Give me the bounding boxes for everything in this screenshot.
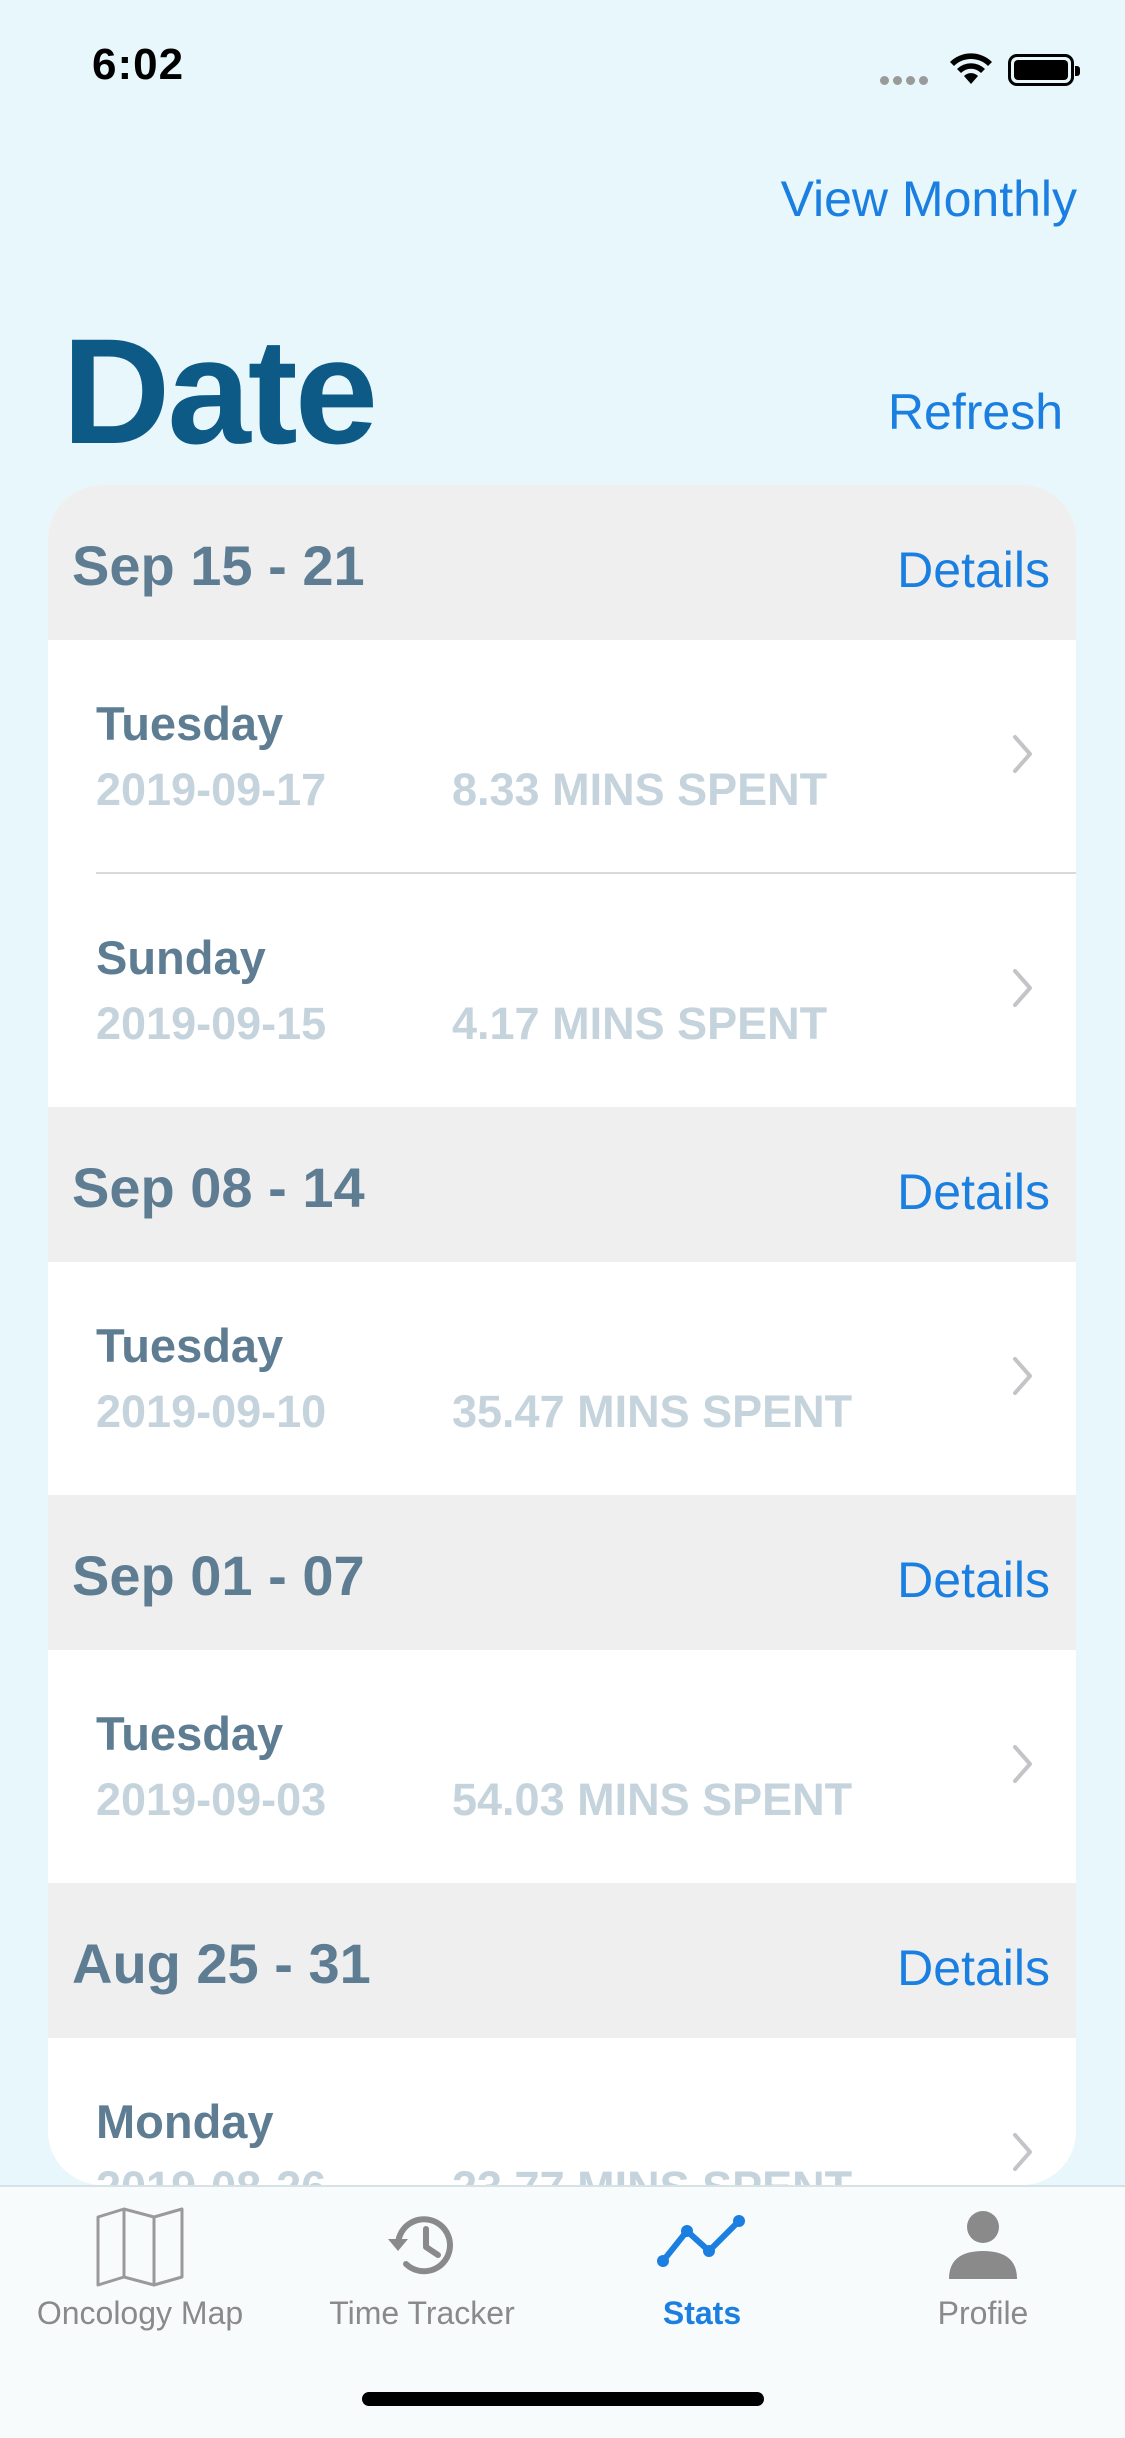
day-label: Tuesday [96, 1707, 284, 1760]
tab-profile[interactable]: Profile [843, 2187, 1123, 2337]
status-bar: 6:02 [0, 0, 1125, 140]
navigation-bar: View Monthly [0, 140, 1125, 265]
tab-label: Stats [662, 2295, 742, 2331]
details-button[interactable]: Details [897, 1163, 1050, 1221]
history-icon [388, 2216, 453, 2275]
tab-time-tracker[interactable]: Time Tracker [282, 2187, 562, 2337]
date-label: 2019-08-26 [96, 2162, 326, 2185]
person-icon [949, 2211, 1017, 2279]
list-item[interactable]: Monday 2019-08-26 23.77 MINS SPENT [48, 2038, 1076, 2185]
chevron-right-icon [1013, 2133, 1032, 2171]
page-title: Date [62, 307, 378, 475]
minutes-spent-label: 35.47 MINS SPENT [452, 1386, 853, 1437]
page-header: Date Refresh [0, 265, 1125, 475]
day-label: Monday [96, 2095, 274, 2148]
cellular-signal-icon [880, 72, 932, 90]
chevron-right-icon [1013, 735, 1032, 773]
map-icon [96, 2207, 184, 2287]
tab-stats[interactable]: Stats [562, 2187, 842, 2337]
minutes-spent-label: 54.03 MINS SPENT [452, 1774, 853, 1825]
minutes-spent-label: 23.77 MINS SPENT [452, 2162, 852, 2185]
wifi-icon [948, 50, 994, 91]
date-label: 2019-09-15 [96, 998, 327, 1049]
section-title: Aug 25 - 31 [72, 1932, 371, 1995]
day-label: Tuesday [96, 1319, 284, 1372]
tab-label: Oncology Map [36, 2295, 244, 2331]
section-title: Sep 08 - 14 [72, 1156, 365, 1219]
section-header-sep-15-21: Sep 15 - 21 Details [48, 485, 1076, 640]
details-button[interactable]: Details [897, 1551, 1050, 1609]
tab-oncology-map[interactable]: Oncology Map [0, 2187, 280, 2337]
day-label: Tuesday [96, 697, 284, 750]
stats-line-icon [657, 2215, 745, 2267]
date-label: 2019-09-03 [96, 1774, 327, 1825]
details-button[interactable]: Details [897, 1939, 1050, 1997]
section-header-aug-25-31: Aug 25 - 31 Details [48, 1883, 1076, 2038]
home-indicator[interactable] [362, 2392, 764, 2406]
date-label: 2019-09-17 [96, 764, 327, 815]
weekly-list[interactable]: Sep 15 - 21 Details Tuesday 2019-09-17 8… [48, 485, 1076, 2185]
tab-label: Time Tracker [329, 2295, 515, 2331]
status-time: 6:02 [92, 40, 185, 89]
list-item[interactable]: Tuesday 2019-09-17 8.33 MINS SPENT [48, 640, 1076, 873]
section-header-sep-08-14: Sep 08 - 14 Details [48, 1107, 1076, 1262]
chevron-right-icon [1013, 1745, 1032, 1783]
refresh-button[interactable]: Refresh [888, 383, 1063, 441]
tab-label: Profile [937, 2295, 1029, 2331]
day-label: Sunday [96, 931, 266, 984]
minutes-spent-label: 8.33 MINS SPENT [452, 764, 828, 815]
chevron-right-icon [1013, 1357, 1032, 1395]
section-header-sep-01-07: Sep 01 - 07 Details [48, 1495, 1076, 1650]
battery-icon [1008, 54, 1080, 86]
chevron-right-icon [1013, 969, 1032, 1007]
details-button[interactable]: Details [897, 541, 1050, 599]
section-title: Sep 15 - 21 [72, 534, 365, 597]
section-title: Sep 01 - 07 [72, 1544, 365, 1607]
minutes-spent-label: 4.17 MINS SPENT [452, 998, 828, 1049]
list-item[interactable]: Sunday 2019-09-15 4.17 MINS SPENT [48, 874, 1076, 1107]
list-item[interactable]: Tuesday 2019-09-10 35.47 MINS SPENT [48, 1262, 1076, 1495]
list-item[interactable]: Tuesday 2019-09-03 54.03 MINS SPENT [48, 1650, 1076, 1883]
view-monthly-button[interactable]: View Monthly [781, 170, 1077, 228]
date-label: 2019-09-10 [96, 1386, 327, 1437]
